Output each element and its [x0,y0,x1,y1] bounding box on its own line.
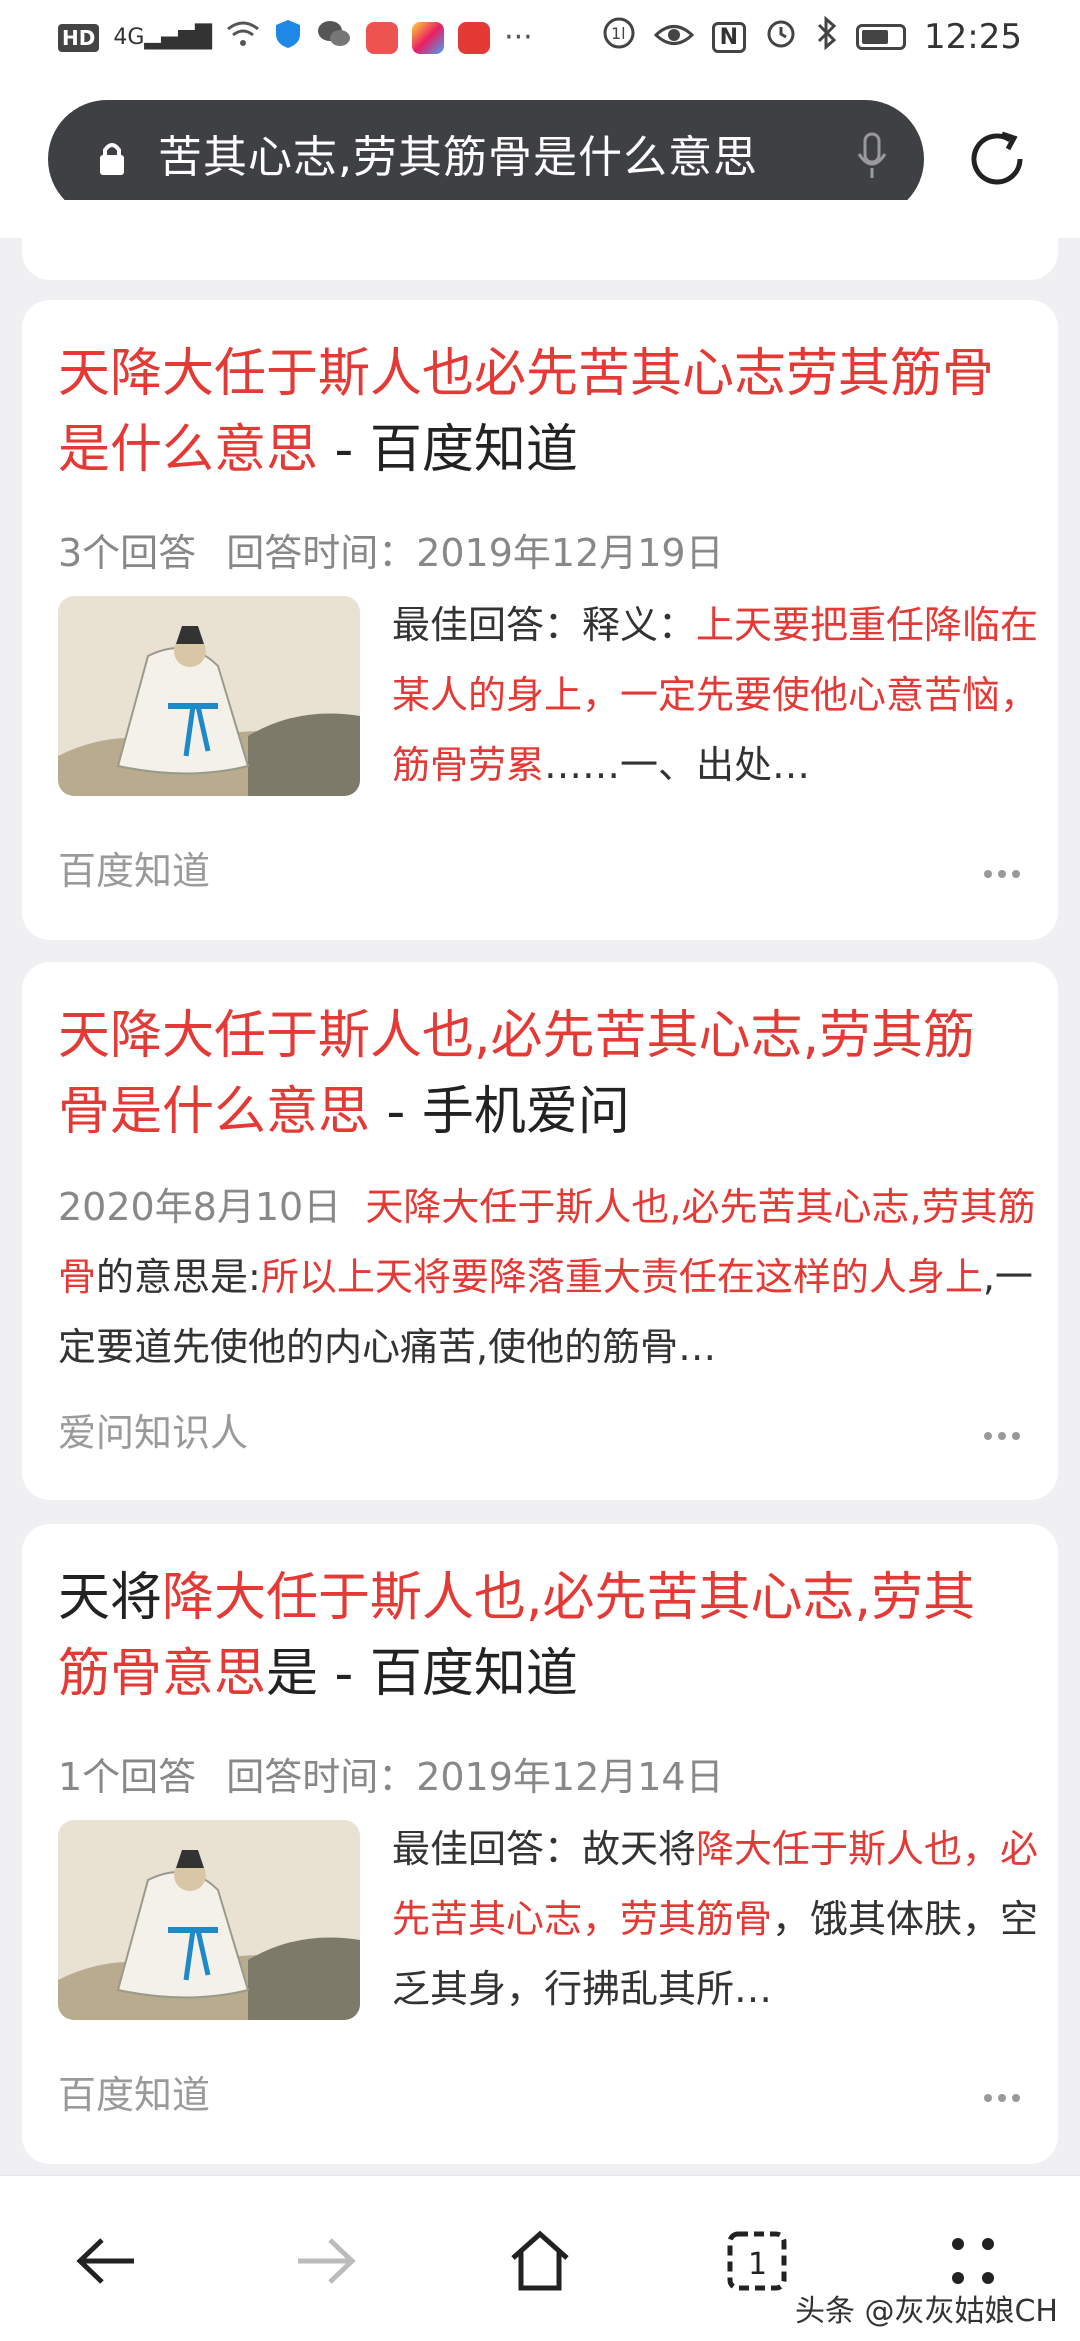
result-source: 百度知道 [58,2073,211,2117]
status-bar: HD 4G▂▄▆█ ··· 1l N 12:25 [0,0,1080,78]
more-options-icon[interactable] [982,1430,1022,1442]
app-icon-color [412,21,445,54]
result-snippet: 2020年8月10日 天降大任于斯人也,必先苦其心志,劳其筋骨的意思是:所以上天… [58,1185,1036,1369]
result-snippet: 最佳回答：故天将降大任于斯人也，必先苦其心志，劳其筋骨，饿其体肤，空乏其身，行拂… [392,1827,1039,2011]
search-query: 苦其心志,劳其筋骨是什么意思 [158,132,758,183]
status-right: 1l N 12:25 [602,15,1022,58]
result-date: 2020年8月10日 [58,1185,342,1229]
back-arrow-icon[interactable] [72,2226,142,2296]
result-thumbnail[interactable] [58,1820,360,2020]
previous-result-card [22,200,1058,280]
hd-badge: HD [58,23,100,52]
result-snippet: 最佳回答：释义：上天要把重任降临在某人的身上，一定先要使他心意苦恼，筋骨劳累……… [392,603,1039,787]
tabs-icon[interactable]: 1 [722,2226,792,2296]
result-thumbnail[interactable] [58,596,360,796]
answer-time: 回答时间：2019年12月19日 [226,531,724,575]
answer-time: 回答时间：2019年12月14日 [226,1755,724,1799]
result-card-3[interactable]: 天将降大任于斯人也,必先苦其心志,劳其筋骨意思是 - 百度知道 1个回答 回答时间… [22,1524,1058,2164]
network-type-label: 4G [113,25,145,50]
clock: 12:25 [924,17,1022,57]
signal-icon: 4G▂▄▆█ [113,25,213,50]
data-saver-icon: 1l [602,16,636,58]
result-title[interactable]: 天降大任于斯人也必先苦其心志劳其筋骨是什么意思 - 百度知道 [58,336,1022,488]
mic-icon[interactable] [854,130,890,186]
result-card-1[interactable]: 天降大任于斯人也必先苦其心志劳其筋骨是什么意思 - 百度知道 3个回答 回答时间：… [22,300,1058,940]
shield-icon [274,18,302,57]
more-notifications-icon: ··· [504,20,533,55]
result-title[interactable]: 天将降大任于斯人也,必先苦其心志,劳其筋骨意思是 - 百度知道 [58,1560,1022,1712]
refresh-icon[interactable] [962,124,1032,194]
watermark: 头条 @灰灰姑娘CH [794,2294,1058,2329]
svg-text:1: 1 [748,2247,767,2282]
forward-arrow-icon[interactable] [290,2226,360,2296]
bluetooth-icon [816,15,838,58]
more-options-icon[interactable] [982,868,1022,880]
wifi-icon [226,20,260,55]
result-meta: 1个回答 回答时间：2019年12月14日 [58,1746,754,1801]
app-icon-pattern [458,21,491,54]
result-source: 百度知道 [58,849,211,893]
eye-icon [653,18,694,56]
wechat-icon [316,19,352,56]
result-source: 爱问知识人 [58,1411,249,1455]
answer-count: 3个回答 [58,531,197,575]
home-icon[interactable] [505,2226,575,2296]
more-options-icon[interactable] [982,2092,1022,2104]
alarm-icon [764,16,798,58]
result-card-2[interactable]: 天降大任于斯人也,必先苦其心志,劳其筋骨是什么意思 - 手机爱问 2020年8月… [22,962,1058,1500]
status-left: HD 4G▂▄▆█ ··· [58,18,533,57]
bottom-nav: 1 头条 @灰灰姑娘CH [0,2175,1080,2341]
nfc-icon: N [711,21,747,53]
svg-text:1l: 1l [611,24,626,43]
result-meta: 3个回答 回答时间：2019年12月19日 [58,522,754,577]
result-title[interactable]: 天降大任于斯人也,必先苦其心志,劳其筋骨是什么意思 - 手机爱问 [58,998,1022,1150]
app-icon-red [366,21,399,54]
battery-icon [856,24,907,50]
lock-icon [100,143,124,175]
answer-count: 1个回答 [58,1755,197,1799]
